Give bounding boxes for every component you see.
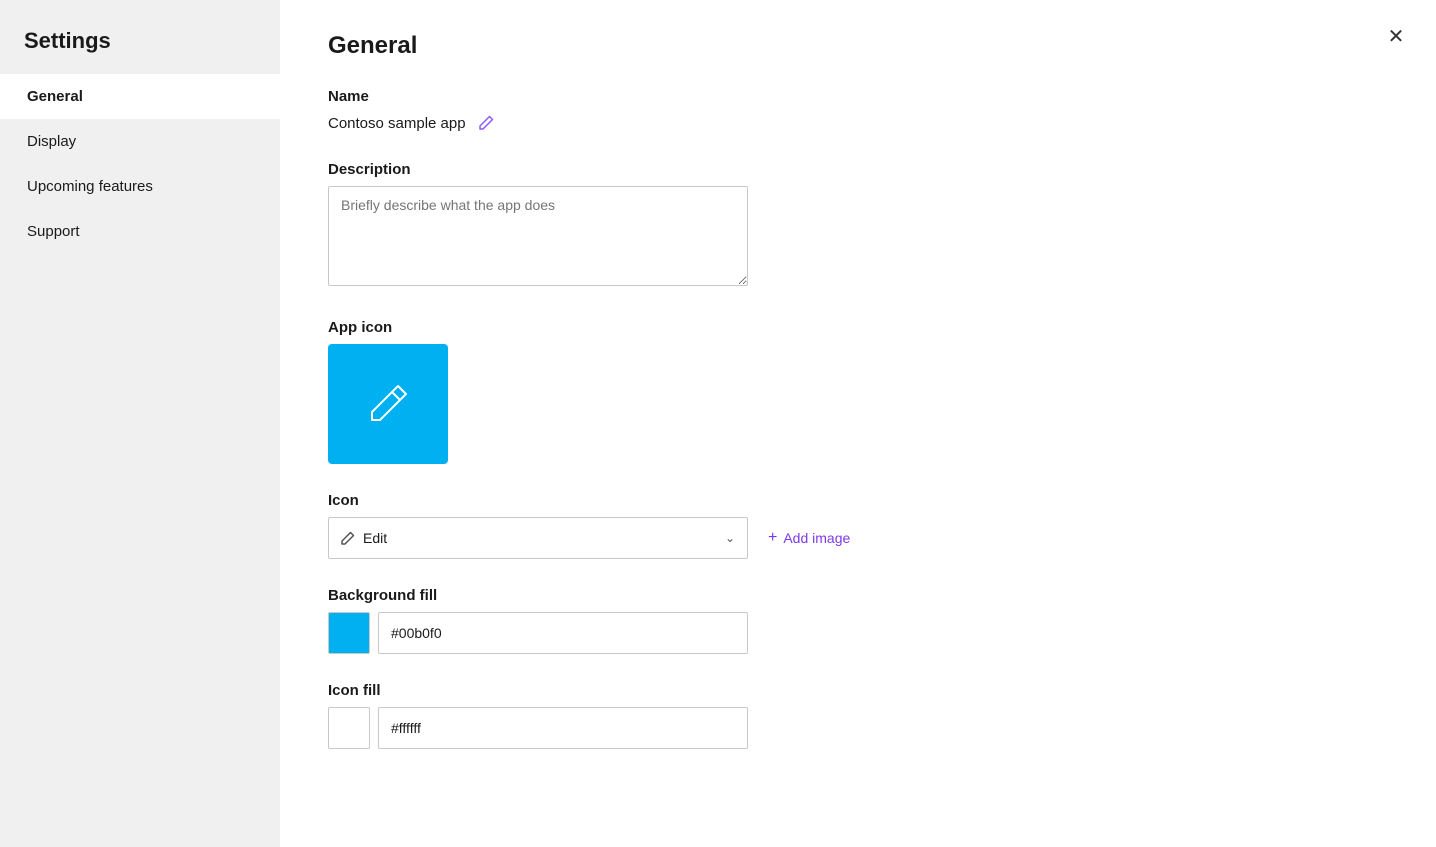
icon-fill-swatch[interactable] [328,707,370,749]
description-section: Description [328,161,1388,291]
sidebar: Settings General Display Upcoming featur… [0,0,280,847]
app-icon-section: App icon [328,319,1388,464]
main-content: ✕ General Name Contoso sample app Descri… [280,0,1436,847]
name-label: Name [328,88,1388,105]
description-textarea[interactable] [328,186,748,286]
background-fill-input[interactable] [378,612,748,654]
plus-icon: + [768,529,777,547]
edit-name-button[interactable] [476,113,496,133]
name-value-row: Contoso sample app [328,113,1388,133]
sidebar-nav: General Display Upcoming features Suppor… [0,74,280,254]
page-title: General [328,32,1388,60]
icon-fill-label: Icon fill [328,682,1388,699]
sidebar-item-display[interactable]: Display [0,119,280,164]
sidebar-item-upcoming-features[interactable]: Upcoming features [0,164,280,209]
name-section: Name Contoso sample app [328,88,1388,133]
add-image-label: Add image [783,530,850,546]
background-fill-section: Background fill [328,587,1388,654]
add-image-button[interactable]: + Add image [760,523,858,553]
background-fill-label: Background fill [328,587,1388,604]
icon-section: Icon Edit ⌄ + Add image [328,492,1388,559]
icon-dropdown-value: Edit [363,530,387,546]
icon-fill-row [328,707,1388,749]
close-icon: ✕ [1388,24,1405,49]
icon-dropdown-inner: Edit [341,530,387,546]
icon-row: Edit ⌄ + Add image [328,517,1388,559]
app-name-text: Contoso sample app [328,115,466,132]
background-fill-row [328,612,1388,654]
description-label: Description [328,161,1388,178]
app-icon-label: App icon [328,319,1388,336]
sidebar-item-general[interactable]: General [0,74,280,119]
pencil-edit-icon [478,115,494,131]
icon-dropdown[interactable]: Edit ⌄ [328,517,748,559]
sidebar-title: Settings [0,0,280,74]
app-icon-preview[interactable] [328,344,448,464]
chevron-down-icon: ⌄ [725,531,735,545]
icon-label: Icon [328,492,1388,509]
background-fill-swatch[interactable] [328,612,370,654]
app-icon-pencil [362,378,414,430]
icon-fill-input[interactable] [378,707,748,749]
close-button[interactable]: ✕ [1380,20,1412,52]
dropdown-pencil-icon [341,531,355,545]
sidebar-item-support[interactable]: Support [0,209,280,254]
icon-fill-section: Icon fill [328,682,1388,749]
